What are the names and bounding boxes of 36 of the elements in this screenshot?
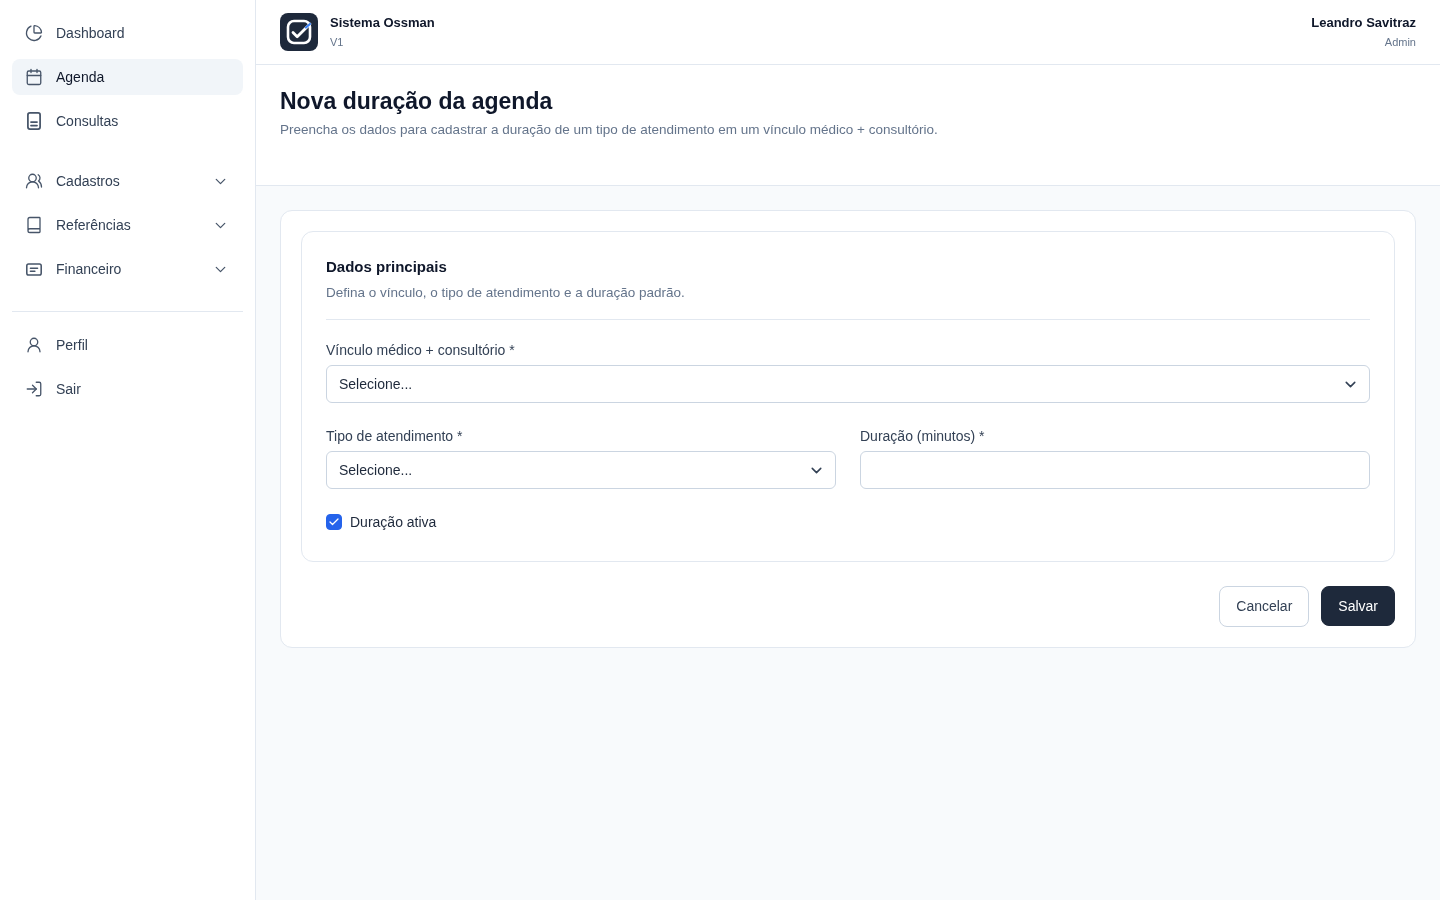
save-button[interactable]: Salvar [1321, 586, 1395, 626]
user-name: Leandro Savitraz [1311, 14, 1416, 32]
book-icon [25, 216, 43, 234]
select-field[interactable]: Selecione... [326, 365, 1370, 403]
page-subtitle: Preencha os dados para cadastrar a duração de um tipo de atendimento em um vínculo médico + consultório. [280, 121, 939, 139]
sidebar-item[interactable]: Consultas [12, 103, 243, 139]
page-title: Nova duração da agenda [280, 87, 554, 116]
cancel-button[interactable]: Cancelar [1219, 586, 1310, 627]
checkbox-label: Duração ativa [350, 513, 437, 532]
section-title: Dados principais [326, 257, 448, 277]
app-version: V1 [330, 35, 345, 50]
sidebar-item[interactable]: Sair [12, 371, 243, 407]
section-description: Defina o vínculo, o tipo de atendimento e a duração padrão. [326, 284, 686, 302]
document-icon [27, 112, 41, 130]
sidebar-item[interactable]: Financeiro [12, 251, 243, 287]
checkbox[interactable] [326, 514, 342, 530]
field-label: Duração (minutos) * [860, 427, 986, 446]
card-lines-icon [26, 262, 42, 276]
select-field[interactable]: Selecione... [326, 451, 836, 489]
sign-in-arrow-icon [25, 380, 43, 398]
calendar-icon [25, 68, 43, 86]
sidebar-item[interactable]: Dashboard [12, 15, 243, 51]
sidebar-item[interactable]: Agenda [12, 59, 243, 95]
field-label: Vínculo médico + consultório * [326, 341, 516, 360]
sidebar-item[interactable]: Perfil [12, 327, 243, 363]
user-role: Admin [1384, 35, 1416, 50]
sidebar-item[interactable]: Referências [12, 207, 243, 243]
sidebar-item[interactable]: Cadastros [12, 163, 243, 199]
input-field[interactable] [860, 451, 1370, 489]
users-icon [25, 172, 43, 190]
check-icon [328, 516, 340, 528]
user-icon [25, 336, 43, 354]
app-name: Sistema Ossman [330, 14, 435, 32]
field-label: Tipo de atendimento * [326, 427, 464, 446]
pie-chart-icon [25, 24, 43, 42]
logo-icon [280, 13, 318, 51]
